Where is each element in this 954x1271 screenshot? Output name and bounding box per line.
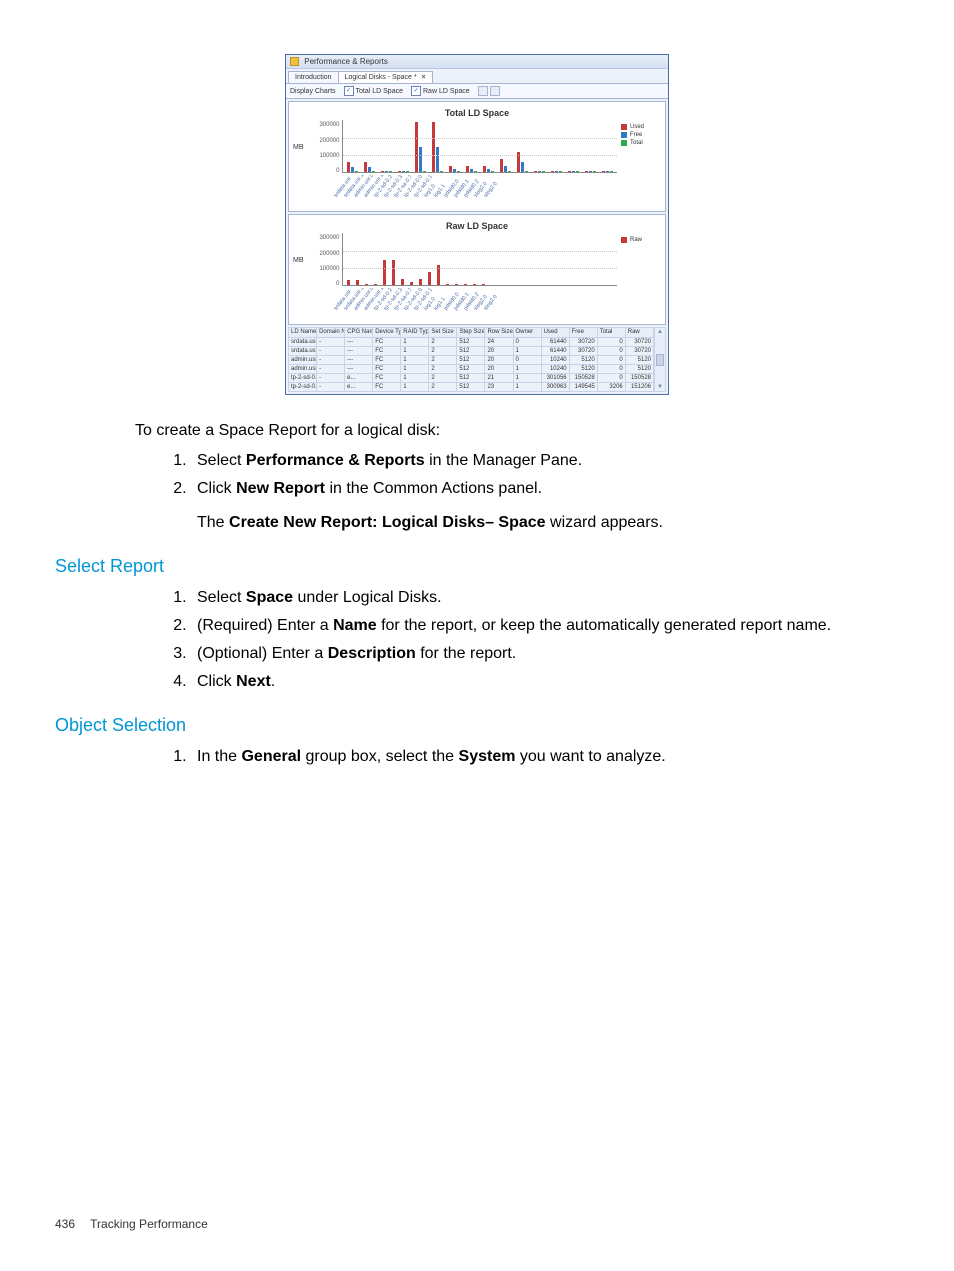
window-titlebar: Performance & Reports — [286, 55, 668, 69]
toolbar-icons — [478, 86, 500, 96]
legend-item: Free — [630, 132, 642, 138]
list-item: (Optional) Enter a Description for the r… — [191, 642, 899, 666]
checkbox-icon: ✓ — [344, 86, 354, 96]
y-axis-label: MB — [293, 257, 304, 264]
tab-logical-disks-space[interactable]: Logical Disks - Space * × — [338, 71, 433, 83]
vertical-scrollbar[interactable]: ▲ ▼ — [654, 327, 666, 392]
bar-plot — [342, 120, 618, 173]
list-item: Click New Report in the Common Actions p… — [191, 477, 899, 535]
tab-label: Logical Disks - Space * — [345, 74, 417, 81]
x-axis-labels: srdata.usrsrdata.usr.1admin.usr.0admin.u… — [293, 175, 661, 209]
list-item: (Required) Enter a Name for the report, … — [191, 614, 899, 638]
chart-options-row: Display Charts ✓Total LD Space ✓Raw LD S… — [286, 83, 668, 99]
scroll-up-icon[interactable]: ▲ — [657, 328, 663, 336]
list-item: In the General group box, select the Sys… — [191, 745, 899, 769]
window-title: Performance & Reports — [304, 57, 388, 66]
checkbox-icon: ✓ — [411, 86, 421, 96]
checkbox-total-ld-space[interactable]: ✓Total LD Space — [344, 86, 403, 96]
footer-text: Tracking Performance — [90, 1217, 208, 1231]
y-axis-ticks: 300000 200000 100000 0 — [304, 120, 342, 174]
steps-list-select-report: Select Space under Logical Disks. (Requi… — [135, 586, 899, 694]
page-footer: 436 Tracking Performance — [55, 1217, 208, 1231]
legend: Raw — [617, 233, 661, 287]
scroll-thumb[interactable] — [656, 354, 664, 366]
steps-list-main: Select Performance & Reports in the Mana… — [135, 449, 899, 535]
y-axis-ticks: 300000 200000 100000 0 — [304, 233, 342, 287]
steps-list-object-selection: In the General group box, select the Sys… — [135, 745, 899, 769]
legend: Used Free Total — [617, 120, 661, 174]
chart-total-ld-space: Total LD Space MB 300000 200000 100000 0… — [288, 101, 666, 212]
tab-label: Introduction — [295, 74, 332, 81]
app-window: Performance & Reports Introduction Logic… — [285, 54, 669, 395]
tab-strip: Introduction Logical Disks - Space * × — [286, 69, 668, 83]
option-label: Display Charts — [290, 88, 336, 95]
table-row[interactable]: tp-2-sd-0.2-e...FC1251221130105615052801… — [289, 373, 654, 382]
x-axis-labels: srdata.usrsrdata.usr.1admin.usr.0admin.u… — [293, 288, 661, 322]
list-item: Select Performance & Reports in the Mana… — [191, 449, 899, 473]
tool-icon[interactable] — [478, 86, 488, 96]
list-item: Select Space under Logical Disks. — [191, 586, 899, 610]
tab-introduction[interactable]: Introduction — [288, 71, 339, 83]
heading-select-report: Select Report — [55, 553, 899, 580]
checkbox-label: Total LD Space — [356, 88, 403, 95]
scroll-down-icon[interactable]: ▼ — [657, 383, 663, 391]
data-table-wrap: LD NameDomain NameCPG NameDevice TypeRAI… — [288, 327, 666, 392]
table-row[interactable]: tp-2-sd-0.3-e...FC1251223130096314954532… — [289, 382, 654, 391]
table-row[interactable]: admin.usr.0----FC1251220010240512005120 — [289, 355, 654, 364]
table-row[interactable]: srdata.usr.1----FC1251220161440307200307… — [289, 346, 654, 355]
close-icon[interactable]: × — [422, 74, 426, 81]
y-axis-label: MB — [293, 144, 304, 151]
chart-raw-ld-space: Raw LD Space MB 300000 200000 100000 0 R… — [288, 214, 666, 325]
page-number: 436 — [55, 1217, 75, 1231]
table-row[interactable]: admin.usr.1----FC1251220110240512005120 — [289, 364, 654, 373]
chart-title: Raw LD Space — [293, 221, 661, 231]
checkbox-label: Raw LD Space — [423, 88, 470, 95]
bar-plot — [342, 233, 618, 286]
app-icon — [290, 57, 299, 66]
heading-object-selection: Object Selection — [55, 712, 899, 739]
legend-item: Total — [630, 140, 643, 146]
list-item: Click Next. — [191, 670, 899, 694]
table-row[interactable]: srdata.usr.0----FC1251224061440307200307… — [289, 337, 654, 346]
checkbox-raw-ld-space[interactable]: ✓Raw LD Space — [411, 86, 470, 96]
tool-icon[interactable] — [490, 86, 500, 96]
chart-title: Total LD Space — [293, 108, 661, 118]
legend-item: Used — [630, 124, 644, 130]
document-body: To create a Space Report for a logical d… — [135, 419, 899, 769]
legend-item: Raw — [630, 237, 642, 243]
data-table: LD NameDomain NameCPG NameDevice TypeRAI… — [288, 327, 654, 392]
intro-text: To create a Space Report for a logical d… — [135, 419, 899, 443]
